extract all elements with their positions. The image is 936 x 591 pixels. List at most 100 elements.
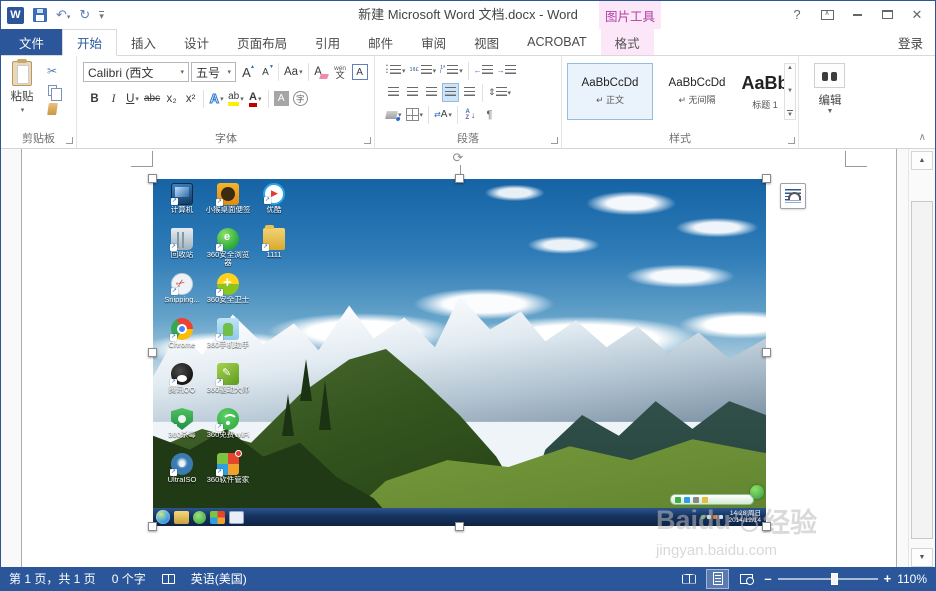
character-shading-button[interactable]: A xyxy=(273,89,290,108)
vertical-scrollbar[interactable]: ▲ ▼ xyxy=(908,149,935,569)
word-count[interactable]: 0 个字 xyxy=(104,567,154,590)
tab-review[interactable]: 审阅 xyxy=(407,29,460,55)
tab-mailings[interactable]: 邮件 xyxy=(354,29,407,55)
undo-button[interactable]: ↶▾ xyxy=(56,6,70,24)
styles-dialog-launcher[interactable] xyxy=(788,137,795,144)
scrollbar-thumb[interactable] xyxy=(911,201,933,539)
cut-icon[interactable]: ✂ xyxy=(47,64,57,78)
proofing-status[interactable] xyxy=(154,567,183,590)
print-layout-button[interactable] xyxy=(706,569,729,589)
page-indicator[interactable]: 第 1 页，共 1 页 xyxy=(1,567,104,590)
justify-button[interactable] xyxy=(442,83,459,102)
redo-icon[interactable]: ↻ xyxy=(79,8,90,22)
word-logo-icon[interactable]: W xyxy=(7,7,24,24)
tab-page-layout[interactable]: 页面布局 xyxy=(223,29,301,55)
shading-button[interactable]: ▾ xyxy=(385,105,403,124)
style-card[interactable]: AaBb 标题 1 xyxy=(741,63,789,120)
borders-button[interactable]: ▾ xyxy=(405,105,425,124)
resize-handle-middle-left[interactable] xyxy=(148,348,157,357)
align-right-button[interactable] xyxy=(423,83,440,102)
resize-handle-bottom-right[interactable] xyxy=(762,522,771,531)
asian-layout-button[interactable]: ⇄A▾ xyxy=(433,105,453,124)
tab-design[interactable]: 设计 xyxy=(170,29,223,55)
resize-handle-middle-right[interactable] xyxy=(762,348,771,357)
tab-view[interactable]: 视图 xyxy=(460,29,513,55)
tab-acrobat[interactable]: ACROBAT xyxy=(513,29,601,55)
tab-references[interactable]: 引用 xyxy=(301,29,354,55)
minimize-button[interactable] xyxy=(842,3,872,26)
text-effects-button[interactable]: A▾ xyxy=(208,89,225,108)
format-painter-icon[interactable] xyxy=(47,103,58,115)
tab-file[interactable]: 文件 xyxy=(1,29,62,55)
resize-handle-top-center[interactable] xyxy=(455,174,464,183)
font-color-button[interactable]: A▾ xyxy=(247,89,264,108)
read-mode-button[interactable] xyxy=(677,569,700,589)
sign-in-link[interactable]: 登录 xyxy=(886,29,935,55)
superscript-button[interactable]: x² xyxy=(182,89,199,108)
decrease-indent-button[interactable]: ← xyxy=(473,61,494,80)
italic-button[interactable]: I xyxy=(105,89,122,108)
strikethrough-button[interactable]: abc xyxy=(143,89,161,108)
zoom-in-button[interactable]: + xyxy=(884,571,892,586)
show-hide-marks-button[interactable]: ¶ xyxy=(481,105,498,124)
phonetic-guide-button[interactable]: wén文 xyxy=(332,63,349,82)
maximize-button[interactable] xyxy=(872,3,902,26)
language-indicator[interactable]: 英语(美国) xyxy=(183,567,255,590)
grow-font-button[interactable]: A xyxy=(238,63,255,82)
save-icon[interactable] xyxy=(33,8,47,22)
font-dialog-launcher[interactable] xyxy=(364,137,371,144)
align-center-button[interactable] xyxy=(404,83,421,102)
bullets-button[interactable]: ▾ xyxy=(385,61,406,80)
resize-handle-bottom-center[interactable] xyxy=(455,522,464,531)
subscript-button[interactable]: x₂ xyxy=(163,89,180,108)
help-button[interactable]: ? xyxy=(782,3,812,26)
sort-button[interactable]: AZ↓ xyxy=(462,105,479,124)
resize-handle-top-left[interactable] xyxy=(148,174,157,183)
scroll-down-icon[interactable]: ▼ xyxy=(787,87,793,95)
find-button[interactable] xyxy=(814,63,845,88)
paragraph-dialog-launcher[interactable] xyxy=(551,137,558,144)
zoom-slider-thumb[interactable] xyxy=(831,573,838,585)
highlight-button[interactable]: ab▾ xyxy=(227,89,245,108)
align-left-button[interactable] xyxy=(385,83,402,102)
font-size-combo[interactable]: 五号▾ xyxy=(191,62,236,82)
scroll-down-button[interactable]: ▼ xyxy=(911,548,933,567)
clipboard-dialog-launcher[interactable] xyxy=(66,137,73,144)
zoom-slider[interactable] xyxy=(778,578,878,580)
numbering-button[interactable]: ▾ xyxy=(408,61,437,80)
qat-customize-icon[interactable]: ▾ xyxy=(99,11,104,20)
character-border-button[interactable]: A xyxy=(351,63,369,82)
copy-icon[interactable] xyxy=(48,85,57,96)
scroll-up-icon[interactable]: ▲ xyxy=(787,64,793,72)
bold-button[interactable]: B xyxy=(86,89,103,108)
web-layout-button[interactable] xyxy=(735,569,758,589)
line-spacing-button[interactable]: ⇕▾ xyxy=(487,83,512,102)
zoom-out-button[interactable]: – xyxy=(764,571,771,586)
font-family-combo[interactable]: Calibri (西文▾ xyxy=(83,62,189,82)
more-styles-icon[interactable]: ▼ xyxy=(787,110,793,119)
clear-formatting-button[interactable]: A xyxy=(313,63,330,82)
resize-handle-top-right[interactable] xyxy=(762,174,771,183)
increase-indent-button[interactable]: → xyxy=(496,61,517,80)
style-card[interactable]: AaBbCcDd ↵ 无间隔 xyxy=(656,63,738,120)
paste-button[interactable]: 粘贴 ▾ xyxy=(4,61,40,129)
shrink-font-button[interactable]: A xyxy=(257,63,274,82)
distribute-button[interactable] xyxy=(461,83,478,102)
change-case-button[interactable]: Aa▾ xyxy=(283,63,304,82)
resize-handle-bottom-left[interactable] xyxy=(148,522,157,531)
picture-tools-badge[interactable]: 图片工具 xyxy=(599,1,661,29)
underline-button[interactable]: U▾ xyxy=(124,89,141,108)
collapse-ribbon-icon[interactable]: ∧ xyxy=(919,132,926,143)
tab-insert[interactable]: 插入 xyxy=(117,29,170,55)
style-card[interactable]: AaBbCcDd ↵ 正文 xyxy=(567,63,653,120)
rotation-handle[interactable]: ⟳ xyxy=(453,151,464,165)
document-area[interactable]: 计算机 小猴桌面便签 优酷 回收站 360安全浏览器 xyxy=(1,149,935,569)
enclose-characters-button[interactable]: 字 xyxy=(292,89,309,108)
embedded-screenshot-image[interactable]: 计算机 小猴桌面便签 优酷 回收站 360安全浏览器 xyxy=(153,179,766,526)
tab-home[interactable]: 开始 xyxy=(62,29,117,56)
ribbon-display-options-button[interactable] xyxy=(812,3,842,26)
multilevel-list-button[interactable]: ▾ xyxy=(439,61,464,80)
layout-options-button[interactable] xyxy=(780,183,806,209)
editing-dropdown-icon[interactable]: ▼ xyxy=(799,108,861,115)
zoom-level[interactable]: 110% xyxy=(897,572,927,586)
